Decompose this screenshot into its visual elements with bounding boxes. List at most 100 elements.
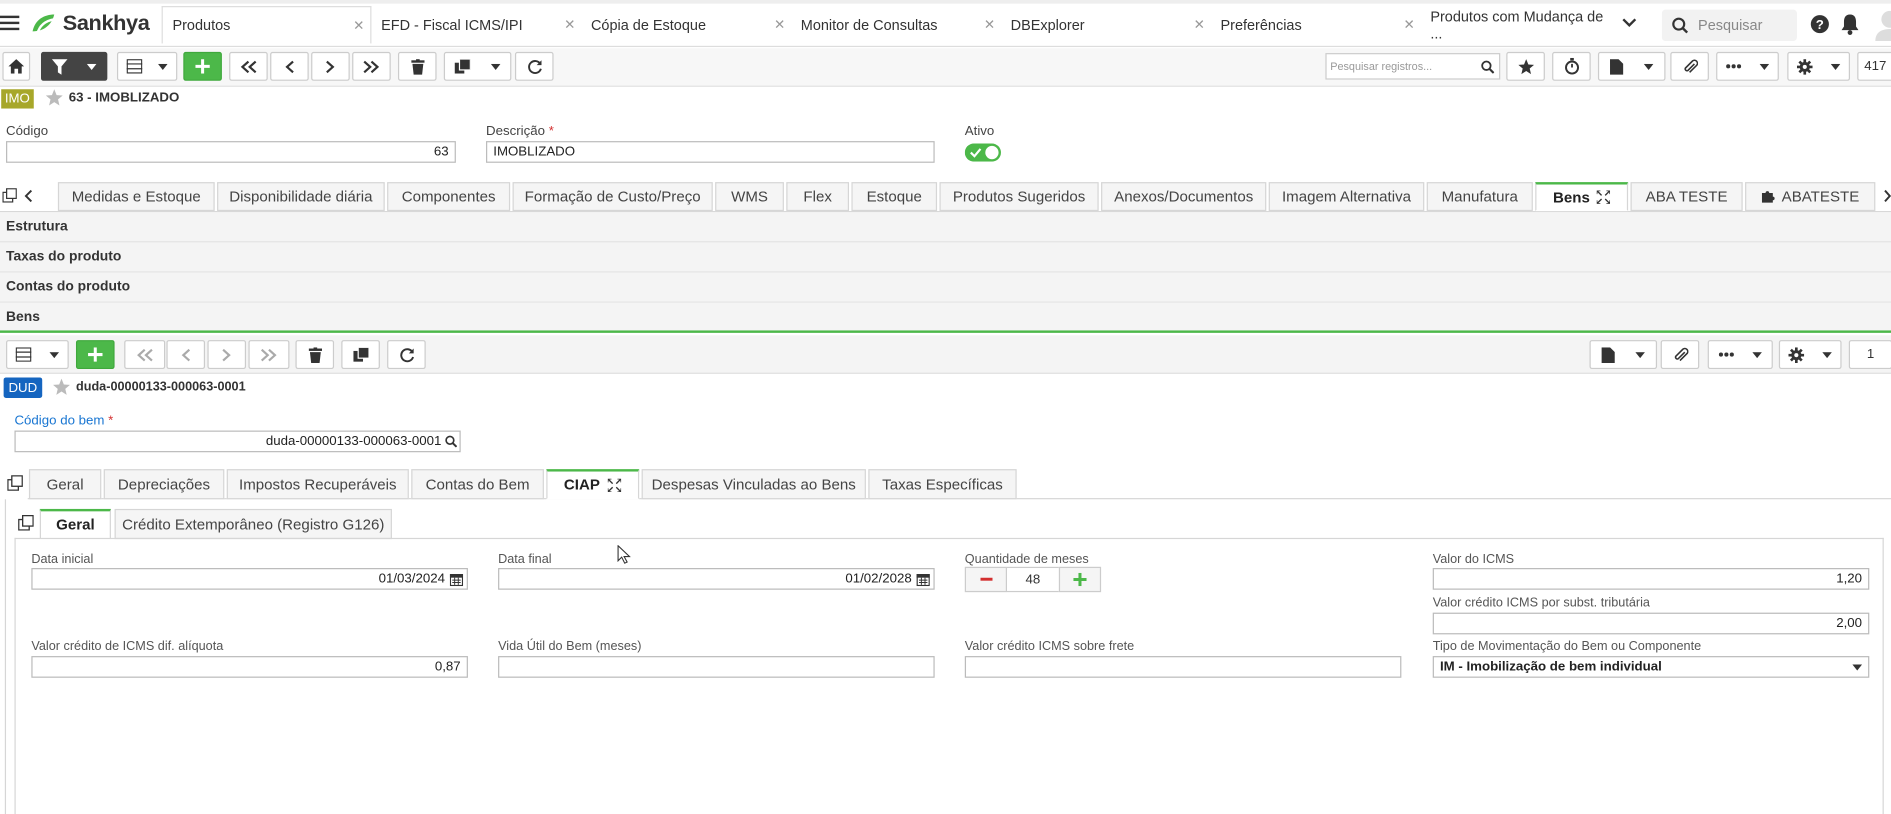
last-record-button[interactable] <box>352 51 391 81</box>
tab-taxas-especificas[interactable]: Taxas Específicas <box>868 469 1017 500</box>
reports-button[interactable] <box>1589 340 1658 370</box>
tab-anexos-documentos[interactable]: Anexos/Documentos <box>1101 182 1267 212</box>
tabs-copy-icon[interactable] <box>2 188 17 203</box>
tab-abateste[interactable]: ABATESTE <box>1745 182 1876 212</box>
increment-button[interactable] <box>1058 566 1102 593</box>
refresh-button[interactable] <box>387 340 426 370</box>
tipo-mov-select[interactable]: IM - Imobilização de bem individual <box>1432 656 1870 678</box>
favorite-star-icon[interactable] <box>45 89 63 106</box>
tab-produtos[interactable]: Produtos ✕ <box>161 6 372 44</box>
more-actions-button[interactable] <box>1716 51 1779 81</box>
close-icon[interactable]: ✕ <box>1404 17 1415 32</box>
first-record-button[interactable] <box>229 51 268 81</box>
attachments-button[interactable] <box>1660 340 1700 370</box>
add-button[interactable] <box>75 340 115 370</box>
add-button[interactable] <box>183 51 222 81</box>
close-icon[interactable]: ✕ <box>774 17 785 32</box>
qtd-meses-stepper[interactable]: 48 <box>964 566 1102 593</box>
tab-impostos-recuperaveis[interactable]: Impostos Recuperáveis <box>226 469 409 500</box>
tab-componentes[interactable]: Componentes <box>387 182 511 212</box>
refresh-button[interactable] <box>514 51 554 81</box>
tabs-overflow-chevron-icon[interactable] <box>1622 17 1637 29</box>
home-button[interactable] <box>2 51 31 81</box>
valor-icms-field[interactable]: 1,20 <box>1432 568 1870 590</box>
filter-button[interactable] <box>41 51 108 81</box>
grid-view-button[interactable] <box>116 51 178 81</box>
more-actions-button[interactable] <box>1707 340 1773 370</box>
tab-flex[interactable]: Flex <box>786 182 850 212</box>
notifications-bell-icon[interactable] <box>1840 13 1859 35</box>
favorite-star-icon[interactable] <box>53 378 70 396</box>
grid-view-button[interactable] <box>6 340 69 370</box>
previous-record-button[interactable] <box>270 51 309 81</box>
close-icon[interactable]: ✕ <box>1194 17 1205 32</box>
section-taxas-produto[interactable]: Taxas do produto <box>0 242 1891 273</box>
valor-credito-frete-field[interactable] <box>964 656 1402 678</box>
reports-button[interactable] <box>1597 51 1666 81</box>
next-record-button[interactable] <box>311 51 350 81</box>
lookup-search-icon[interactable] <box>445 435 458 448</box>
ativo-toggle[interactable] <box>964 143 1001 162</box>
first-record-button[interactable] <box>124 340 166 370</box>
tab-preferencias[interactable]: Preferências ✕ <box>1211 6 1421 43</box>
attachments-button[interactable] <box>1670 51 1709 81</box>
tab-copia-estoque[interactable]: Cópia de Estoque ✕ <box>581 6 791 43</box>
hamburger-menu-icon[interactable] <box>0 14 21 31</box>
tab-wms[interactable]: WMS <box>715 182 784 212</box>
section-estrutura[interactable]: Estrutura <box>0 212 1891 243</box>
tab-efd-fiscal[interactable]: EFD - Fiscal ICMS/IPI ✕ <box>371 6 581 43</box>
tabs-scroll-left-icon[interactable] <box>24 189 33 203</box>
delete-button[interactable] <box>397 51 437 81</box>
vida-util-field[interactable] <box>498 656 935 678</box>
tab-credito-extemporaneo[interactable]: Crédito Extemporâneo (Registro G126) <box>114 508 392 540</box>
settings-button[interactable] <box>1778 340 1842 370</box>
codigo-bem-field[interactable]: duda-00000133-000063-0001 <box>14 430 461 453</box>
tab-dbexplorer[interactable]: DBExplorer ✕ <box>1001 6 1211 43</box>
tabs-copy-icon[interactable] <box>7 475 23 491</box>
section-bens[interactable]: Bens <box>0 302 1891 333</box>
help-icon[interactable]: ? <box>1810 14 1829 34</box>
data-inicial-field[interactable]: 01/03/2024 <box>31 568 468 590</box>
tab-despesas-vinculadas[interactable]: Despesas Vinculadas ao Bens <box>641 469 866 500</box>
tab-ciap[interactable]: CIAP <box>546 469 640 500</box>
data-final-field[interactable]: 01/02/2028 <box>498 568 935 590</box>
tabs-copy-icon[interactable] <box>18 514 34 531</box>
tab-ciap-geral[interactable]: Geral <box>39 508 111 540</box>
tab-aba-teste[interactable]: ABA TESTE <box>1630 182 1743 212</box>
record-search-input[interactable]: Pesquisar registros... <box>1325 53 1501 80</box>
previous-record-button[interactable] <box>166 340 206 370</box>
tab-bens[interactable]: Bens <box>1535 182 1629 212</box>
close-icon[interactable]: ✕ <box>984 17 995 32</box>
expand-icon[interactable] <box>608 478 622 492</box>
brand-logo[interactable]: Sankhya <box>30 11 150 36</box>
tab-formacao-custo[interactable]: Formação de Custo/Preço <box>512 182 713 212</box>
tab-imagem-alternativa[interactable]: Imagem Alternativa <box>1268 182 1425 212</box>
tab-produtos-mudanca[interactable]: Produtos com Mudança de ... <box>1421 6 1614 43</box>
user-avatar-icon[interactable] <box>1871 7 1891 42</box>
close-icon[interactable]: ✕ <box>353 18 364 33</box>
descricao-field[interactable]: IMOBLIZADO <box>486 141 935 163</box>
duplicate-button[interactable] <box>341 340 380 370</box>
calendar-icon[interactable] <box>449 572 464 586</box>
tab-geral[interactable]: Geral <box>28 469 102 500</box>
tab-manufatura[interactable]: Manufatura <box>1426 182 1533 212</box>
calendar-icon[interactable] <box>916 572 930 586</box>
tab-disponibilidade-diaria[interactable]: Disponibilidade diária <box>217 182 385 212</box>
qtd-meses-value[interactable]: 48 <box>1007 566 1059 593</box>
timer-button[interactable] <box>1552 51 1591 81</box>
decrement-button[interactable] <box>964 566 1008 593</box>
tabs-scroll-right-icon[interactable] <box>1884 189 1891 203</box>
delete-button[interactable] <box>295 340 335 370</box>
settings-button[interactable] <box>1787 51 1851 81</box>
last-record-button[interactable] <box>248 340 290 370</box>
tab-contas-do-bem[interactable]: Contas do Bem <box>411 469 544 500</box>
tab-depreciacoes[interactable]: Depreciações <box>103 469 225 500</box>
valor-credito-dif-field[interactable]: 0,87 <box>31 656 468 678</box>
codigo-field[interactable]: 63 <box>6 141 456 163</box>
tab-produtos-sugeridos[interactable]: Produtos Sugeridos <box>939 182 1099 212</box>
tab-medidas-estoque[interactable]: Medidas e Estoque <box>57 182 215 212</box>
section-contas-produto[interactable]: Contas do produto <box>0 272 1891 303</box>
duplicate-button[interactable] <box>443 51 512 81</box>
global-search-input[interactable]: Pesquisar <box>1661 9 1797 42</box>
tab-monitor-consultas[interactable]: Monitor de Consultas ✕ <box>791 6 1001 43</box>
